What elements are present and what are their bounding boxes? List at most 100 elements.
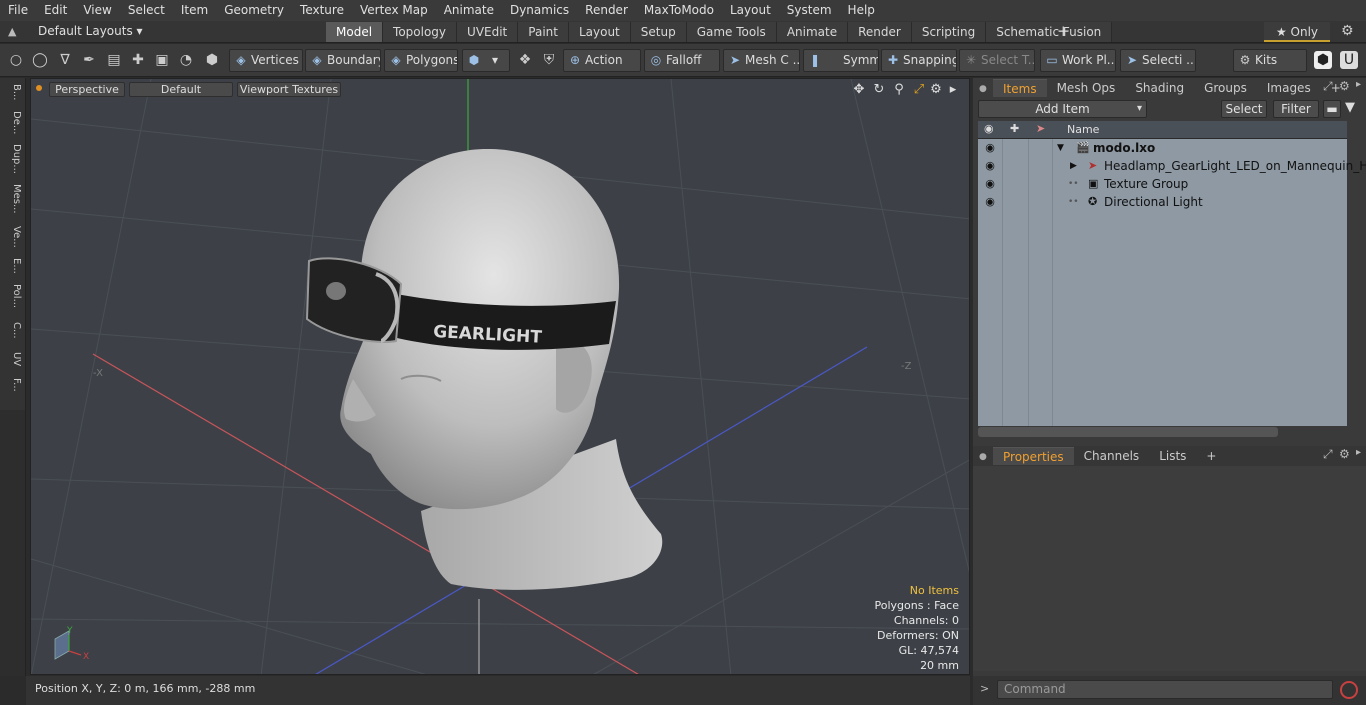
work-plane-button[interactable]: ▭ Work Pl... bbox=[1040, 49, 1116, 72]
menu-dynamics[interactable]: Dynamics bbox=[502, 0, 577, 21]
polygons-button[interactable]: ◈ Polygons bbox=[384, 49, 458, 72]
vertices-button[interactable]: ◈ Vertices bbox=[229, 49, 303, 72]
menu-layout[interactable]: Layout bbox=[722, 0, 779, 21]
selection-sets-button[interactable]: ➤ Selecti ... bbox=[1120, 49, 1196, 72]
menu-file[interactable]: File bbox=[0, 0, 36, 21]
tab-shading[interactable]: Shading bbox=[1125, 79, 1194, 97]
tab-channels[interactable]: Channels bbox=[1074, 447, 1150, 465]
tool-tab-duplicate[interactable]: Dup... bbox=[4, 144, 22, 174]
3d-viewport[interactable]: -X -Z GEARLIGHT Y X Perspective Default … bbox=[30, 78, 970, 675]
snapping-button[interactable]: ✚ Snapping bbox=[881, 49, 957, 72]
item-row-scene[interactable]: ◉ ▼ 🎬 modo.lxo bbox=[978, 139, 1347, 157]
visibility-column-icon[interactable]: ◉ bbox=[984, 122, 994, 135]
panel-gear-icon[interactable]: ⚙ bbox=[1339, 447, 1350, 461]
mesh-constraint-button[interactable]: ➤ Mesh C ... bbox=[723, 49, 800, 72]
tab-lists[interactable]: Lists bbox=[1149, 447, 1196, 465]
tab-images[interactable]: Images bbox=[1257, 79, 1321, 97]
pen-icon[interactable]: ∇ bbox=[56, 51, 74, 69]
tab-mesh-ops[interactable]: Mesh Ops bbox=[1047, 79, 1126, 97]
name-column-header[interactable]: Name bbox=[1067, 123, 1099, 136]
tool-tab-uv[interactable]: UV bbox=[4, 352, 22, 366]
menu-edit[interactable]: Edit bbox=[36, 0, 75, 21]
tab-layout[interactable]: Layout bbox=[568, 22, 631, 42]
tool-tab-fusion[interactable]: F... bbox=[4, 378, 22, 392]
clock-icon[interactable]: ◔ bbox=[177, 51, 195, 69]
kits-button[interactable]: ⚙ Kits bbox=[1233, 49, 1307, 72]
add-tab-button[interactable]: + bbox=[1057, 22, 1070, 40]
zoom-icon[interactable]: ⚲ bbox=[891, 82, 907, 98]
tool-tab-polygon[interactable]: Pol... bbox=[4, 284, 22, 308]
tool-tab-deform[interactable]: De... bbox=[4, 111, 22, 134]
select-through-button[interactable]: ✳ Select T... bbox=[959, 49, 1035, 72]
tool-tab-vertex[interactable]: Ve... bbox=[4, 226, 22, 248]
material-dropdown[interactable]: ⬢ ▾ bbox=[462, 49, 510, 72]
expand-icon[interactable]: ⤢ bbox=[1323, 447, 1333, 462]
menu-render[interactable]: Render bbox=[577, 0, 636, 21]
filter-button[interactable]: Filter bbox=[1273, 100, 1319, 118]
frame-icon[interactable]: ▣ bbox=[153, 51, 171, 69]
panel-gear-icon[interactable]: ⚙ bbox=[1339, 79, 1350, 93]
viewport-menu-arrow-icon[interactable]: ▸ bbox=[945, 82, 961, 98]
tab-properties[interactable]: Properties bbox=[993, 447, 1074, 465]
select-button[interactable]: Select bbox=[1221, 100, 1267, 118]
menu-texture[interactable]: Texture bbox=[292, 0, 352, 21]
tab-scripting[interactable]: Scripting bbox=[911, 22, 987, 42]
fit-icon[interactable]: ⤢ bbox=[911, 82, 927, 98]
menu-system[interactable]: System bbox=[779, 0, 840, 21]
filter-funnel-icon[interactable]: ▼ bbox=[1345, 100, 1355, 115]
shield-icon[interactable]: ⛨ bbox=[540, 51, 558, 69]
layout-selector[interactable]: Default Layouts ▾ bbox=[38, 24, 143, 38]
tab-render[interactable]: Render bbox=[848, 22, 912, 42]
menu-animate[interactable]: Animate bbox=[436, 0, 502, 21]
viewport-textures-tab[interactable]: Viewport Textures bbox=[237, 82, 341, 97]
items-horizontal-scrollbar[interactable] bbox=[978, 427, 1278, 437]
only-button[interactable]: ★ Only bbox=[1264, 22, 1330, 42]
menu-item[interactable]: Item bbox=[173, 0, 216, 21]
tool-tab-mesh-edit[interactable]: Mes... bbox=[4, 184, 22, 214]
transform-icon[interactable]: ✚ bbox=[129, 51, 147, 69]
menu-vertex-map[interactable]: Vertex Map bbox=[352, 0, 436, 21]
action-center-button[interactable]: ⊕ Action bbox=[563, 49, 641, 72]
symmetry-button[interactable]: ❚ Symm ... bbox=[803, 49, 879, 72]
viewport-shading-tab[interactable]: Default bbox=[129, 82, 233, 97]
command-history-icon[interactable]: > bbox=[980, 682, 989, 695]
expand-right-icon[interactable]: ▶ bbox=[1070, 157, 1077, 175]
snap-icon[interactable]: ❖ bbox=[516, 51, 534, 69]
visibility-eye-icon[interactable]: ◉ bbox=[983, 157, 997, 175]
viewport-gear-icon[interactable]: ⚙ bbox=[928, 82, 944, 98]
pan-icon[interactable]: ✥ bbox=[851, 82, 867, 98]
tab-uvedit[interactable]: UVEdit bbox=[457, 22, 519, 42]
tab-groups[interactable]: Groups bbox=[1194, 79, 1257, 97]
menu-select[interactable]: Select bbox=[120, 0, 173, 21]
record-macro-icon[interactable] bbox=[1340, 681, 1358, 699]
visibility-eye-icon[interactable]: ◉ bbox=[983, 139, 997, 157]
item-row-mesh[interactable]: ◉ ▶ ➤ Headlamp_GearLight_LED_on_Mannequi… bbox=[978, 157, 1366, 175]
tab-items[interactable]: Items bbox=[993, 79, 1047, 97]
unreal-icon[interactable]: U bbox=[1340, 51, 1358, 69]
globe-icon[interactable]: ◯ bbox=[31, 51, 49, 69]
locator-column-icon[interactable]: ➤ bbox=[1036, 122, 1045, 135]
tool-tab-curve[interactable]: C... bbox=[4, 322, 22, 339]
expand-icon[interactable]: ⤢ bbox=[1323, 79, 1333, 94]
tab-animate[interactable]: Animate bbox=[776, 22, 849, 42]
tab-schematic-fusion[interactable]: Schematic Fusion bbox=[986, 22, 1113, 42]
expand-down-icon[interactable]: ▼ bbox=[1057, 139, 1064, 157]
tab-paint[interactable]: Paint bbox=[518, 22, 569, 42]
menu-geometry[interactable]: Geometry bbox=[216, 0, 292, 21]
tab-setup[interactable]: Setup bbox=[630, 22, 687, 42]
panel-arrow-icon[interactable]: ▸ bbox=[1356, 79, 1361, 90]
unity-icon[interactable]: ⬢ bbox=[1314, 51, 1332, 69]
menu-maxtomodo[interactable]: MaxToModo bbox=[636, 0, 722, 21]
visibility-eye-icon[interactable]: ◉ bbox=[983, 193, 997, 211]
command-input[interactable]: Command bbox=[997, 680, 1333, 699]
brush-icon[interactable]: ✒ bbox=[80, 51, 98, 69]
menu-view[interactable]: View bbox=[75, 0, 119, 21]
menu-help[interactable]: Help bbox=[840, 0, 883, 21]
panel-arrow-icon[interactable]: ▸ bbox=[1356, 447, 1361, 458]
visibility-eye-icon[interactable]: ◉ bbox=[983, 175, 997, 193]
tool-tab-basic[interactable]: B... bbox=[4, 84, 22, 100]
circle-select-icon[interactable]: ○ bbox=[7, 51, 25, 69]
tab-topology[interactable]: Topology bbox=[383, 22, 458, 42]
layout-arrow-icon[interactable]: ▲ bbox=[8, 25, 22, 39]
add-item-button[interactable]: Add Item ▾ bbox=[978, 100, 1147, 118]
